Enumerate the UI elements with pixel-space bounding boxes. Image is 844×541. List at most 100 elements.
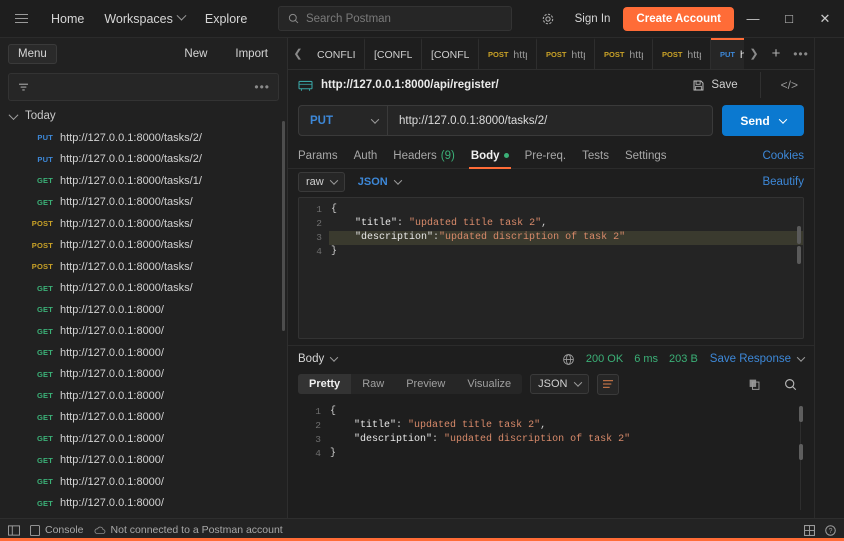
sidebar-filter-input[interactable]: ••• bbox=[8, 73, 279, 101]
history-item[interactable]: GEThttp://127.0.0.1:8000/tasks/1/ bbox=[0, 170, 287, 192]
response-body[interactable]: 1234 { "title": "updated title task 2", … bbox=[298, 400, 804, 518]
response-view-pretty[interactable]: Pretty bbox=[298, 374, 351, 394]
request-tab[interactable]: CONFLICT bbox=[308, 38, 365, 69]
method-selector[interactable]: PUT bbox=[299, 106, 387, 135]
history-item[interactable]: GEThttp://127.0.0.1:8000/ bbox=[0, 299, 287, 321]
response-view-raw[interactable]: Raw bbox=[351, 374, 395, 394]
sidebar-toggle-button[interactable] bbox=[8, 525, 20, 536]
nav-item-workspaces[interactable]: Workspaces bbox=[95, 7, 194, 31]
globe-icon[interactable] bbox=[562, 353, 575, 366]
body-mode-selector[interactable]: raw bbox=[298, 172, 345, 192]
code-token bbox=[331, 218, 355, 229]
tab-auth[interactable]: Auth bbox=[346, 143, 386, 169]
code-token: "description" bbox=[355, 232, 433, 243]
request-tab[interactable]: [CONFLICT bbox=[365, 38, 422, 69]
editor-code-area[interactable]: { "title": "updated title task 2", "desc… bbox=[329, 198, 803, 338]
beautify-button[interactable]: Beautify bbox=[762, 176, 804, 188]
history-item[interactable]: GEThttp://127.0.0.1:8000/ bbox=[0, 493, 287, 515]
response-body-selector[interactable]: Body bbox=[298, 353, 337, 365]
tab-settings[interactable]: Settings bbox=[617, 143, 675, 169]
maximize-button[interactable]: □ bbox=[772, 0, 806, 38]
layout-icon[interactable] bbox=[804, 525, 815, 536]
history-item-method: GET bbox=[30, 198, 53, 207]
history-item[interactable]: GEThttp://127.0.0.1:8000/ bbox=[0, 364, 287, 386]
request-tab[interactable]: POSThttp: bbox=[595, 38, 653, 69]
save-label: Save bbox=[711, 79, 737, 91]
nav-item-explore[interactable]: Explore bbox=[196, 7, 256, 31]
history-item[interactable]: GEThttp://127.0.0.1:8000/tasks/ bbox=[0, 278, 287, 300]
import-button[interactable]: Import bbox=[224, 43, 279, 65]
search-input[interactable]: Search Postman bbox=[278, 6, 512, 31]
console-button[interactable]: Console bbox=[30, 524, 84, 536]
request-tab-method: POST bbox=[546, 50, 566, 59]
gear-icon[interactable] bbox=[534, 6, 562, 32]
history-item[interactable]: GEThttp://127.0.0.1:8000/ bbox=[0, 471, 287, 493]
history-item[interactable]: GEThttp://127.0.0.1:8000/tasks/ bbox=[0, 192, 287, 214]
new-tab-button[interactable]: + bbox=[764, 38, 788, 69]
history-item[interactable]: GEThttp://127.0.0.1:8000/ bbox=[0, 428, 287, 450]
response-view-preview[interactable]: Preview bbox=[395, 374, 456, 394]
send-button[interactable]: Send bbox=[722, 105, 804, 136]
editor-scrollbar-secondary[interactable] bbox=[797, 246, 801, 264]
close-button[interactable]: ✕ bbox=[808, 0, 842, 38]
history-group-today[interactable]: Today bbox=[0, 105, 287, 127]
sidebar-more-icon[interactable]: ••• bbox=[254, 80, 270, 94]
tab-params[interactable]: Params bbox=[298, 143, 346, 169]
history-list[interactable]: Today PUThttp://127.0.0.1:8000/tasks/2/P… bbox=[0, 105, 287, 518]
history-item[interactable]: GEThttp://127.0.0.1:8000/ bbox=[0, 514, 287, 518]
tab-headers[interactable]: Headers(9) bbox=[385, 143, 463, 169]
url-input[interactable]: http://127.0.0.1:8000/tasks/2/ bbox=[388, 115, 712, 127]
save-response-button[interactable]: Save Response bbox=[710, 353, 804, 365]
nav-item-home[interactable]: Home bbox=[42, 7, 93, 31]
tab-options-icon[interactable]: ••• bbox=[788, 38, 814, 69]
menu-button[interactable]: Menu bbox=[8, 44, 57, 64]
request-tab[interactable]: POSThttp: bbox=[537, 38, 595, 69]
create-account-button[interactable]: Create Account bbox=[623, 7, 734, 31]
cookies-link[interactable]: Cookies bbox=[762, 150, 804, 162]
tab-prereq[interactable]: Pre-req. bbox=[517, 143, 575, 169]
new-button[interactable]: New bbox=[173, 43, 218, 65]
account-status[interactable]: Not connected to a Postman account bbox=[94, 524, 283, 536]
minimize-button[interactable]: — bbox=[736, 0, 770, 38]
history-item-method: GET bbox=[30, 499, 53, 508]
page-title: http://127.0.0.1:8000/api/register/ bbox=[321, 79, 499, 91]
copy-icon[interactable] bbox=[740, 371, 768, 397]
method-label: PUT bbox=[310, 115, 333, 127]
history-item[interactable]: GEThttp://127.0.0.1:8000/ bbox=[0, 321, 287, 343]
sidebar-scrollbar[interactable] bbox=[282, 121, 285, 331]
history-item[interactable]: POSThttp://127.0.0.1:8000/tasks/ bbox=[0, 256, 287, 278]
editor-scrollbar[interactable] bbox=[797, 226, 801, 244]
sign-in-button[interactable]: Sign In bbox=[564, 8, 622, 30]
history-item[interactable]: PUThttp://127.0.0.1:8000/tasks/2/ bbox=[0, 127, 287, 149]
history-item[interactable]: PUThttp://127.0.0.1:8000/tasks/2/ bbox=[0, 149, 287, 171]
status-badge: 200 OK bbox=[586, 353, 623, 365]
divider bbox=[760, 72, 761, 98]
tab-tests[interactable]: Tests bbox=[574, 143, 617, 169]
history-item[interactable]: GEThttp://127.0.0.1:8000/ bbox=[0, 450, 287, 472]
response-view-visualize[interactable]: Visualize bbox=[456, 374, 522, 394]
request-tab-active[interactable]: PUThttp:// bbox=[711, 38, 744, 69]
response-scrollbar[interactable] bbox=[799, 406, 803, 422]
response-scrollbar-secondary[interactable] bbox=[799, 444, 803, 460]
code-icon[interactable]: </> bbox=[775, 78, 804, 92]
history-item[interactable]: GEThttp://127.0.0.1:8000/ bbox=[0, 385, 287, 407]
history-item[interactable]: POSThttp://127.0.0.1:8000/tasks/ bbox=[0, 235, 287, 257]
history-item[interactable]: GEThttp://127.0.0.1:8000/ bbox=[0, 342, 287, 364]
search-icon[interactable] bbox=[776, 371, 804, 397]
hamburger-icon[interactable] bbox=[8, 6, 34, 32]
save-button[interactable]: Save bbox=[684, 75, 745, 96]
request-tab[interactable]: POSThttp: bbox=[479, 38, 537, 69]
body-format-selector[interactable]: JSON bbox=[355, 172, 409, 192]
history-item[interactable]: POSThttp://127.0.0.1:8000/tasks/ bbox=[0, 213, 287, 235]
request-tab[interactable]: POSThttp: bbox=[653, 38, 711, 69]
tab-scroll-left-button[interactable]: ❮ bbox=[288, 38, 308, 69]
line-number: 2 bbox=[298, 419, 328, 433]
history-item[interactable]: GEThttp://127.0.0.1:8000/ bbox=[0, 407, 287, 429]
tab-body[interactable]: Body bbox=[463, 143, 517, 169]
request-tab[interactable]: [CONFLICT bbox=[422, 38, 479, 69]
response-format-selector[interactable]: JSON bbox=[530, 374, 588, 394]
help-icon[interactable]: ? bbox=[825, 525, 836, 536]
word-wrap-icon[interactable] bbox=[597, 374, 619, 395]
request-body-editor[interactable]: 1234 { "title": "updated title task 2", … bbox=[298, 197, 804, 339]
tab-scroll-right-button[interactable]: ❯ bbox=[744, 38, 764, 69]
